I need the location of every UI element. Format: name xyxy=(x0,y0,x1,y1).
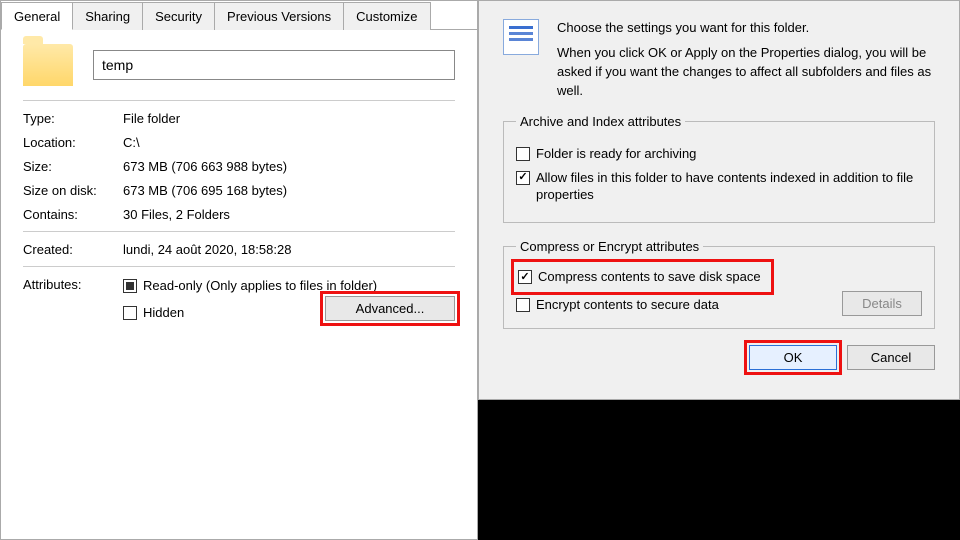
checkbox-icon xyxy=(516,298,530,312)
checkbox-icon xyxy=(123,306,137,320)
properties-tabs: General Sharing Security Previous Versio… xyxy=(1,1,477,30)
label-attributes: Attributes: xyxy=(23,277,123,292)
checkbox-hidden-label: Hidden xyxy=(143,305,184,320)
advanced-button[interactable]: Advanced... xyxy=(325,296,455,321)
advanced-attributes-window: Choose the settings you want for this fo… xyxy=(478,0,960,400)
checkbox-icon xyxy=(123,279,137,293)
group-archive-index: Archive and Index attributes Folder is r… xyxy=(503,114,935,223)
settings-list-icon xyxy=(503,19,539,55)
tab-security[interactable]: Security xyxy=(142,2,215,30)
value-contains: 30 Files, 2 Folders xyxy=(123,207,455,222)
value-location: C:\ xyxy=(123,135,455,150)
checkbox-readonly-label: Read-only (Only applies to files in fold… xyxy=(143,278,377,293)
details-button[interactable]: Details xyxy=(842,291,922,316)
label-location: Location: xyxy=(23,135,123,150)
group-compress-encrypt-legend: Compress or Encrypt attributes xyxy=(516,239,703,254)
value-size: 673 MB (706 663 988 bytes) xyxy=(123,159,455,174)
value-created: lundi, 24 août 2020, 18:58:28 xyxy=(123,242,455,257)
folder-properties-window: General Sharing Security Previous Versio… xyxy=(0,0,478,540)
ok-button[interactable]: OK xyxy=(749,345,837,370)
checkbox-encrypt-label: Encrypt contents to secure data xyxy=(536,296,719,314)
tab-sharing[interactable]: Sharing xyxy=(72,2,143,30)
group-compress-encrypt: Compress or Encrypt attributes Compress … xyxy=(503,239,935,329)
checkbox-archive[interactable]: Folder is ready for archiving xyxy=(516,145,922,163)
advanced-header-line2: When you click OK or Apply on the Proper… xyxy=(557,44,935,101)
checkbox-icon xyxy=(518,270,532,284)
group-archive-index-legend: Archive and Index attributes xyxy=(516,114,685,129)
value-type: File folder xyxy=(123,111,455,126)
checkbox-readonly[interactable]: Read-only (Only applies to files in fold… xyxy=(123,278,455,293)
checkbox-index-label: Allow files in this folder to have conte… xyxy=(536,169,922,204)
cancel-button[interactable]: Cancel xyxy=(847,345,935,370)
tab-general[interactable]: General xyxy=(1,2,73,30)
checkbox-archive-label: Folder is ready for archiving xyxy=(536,145,696,163)
checkbox-icon xyxy=(516,171,530,185)
advanced-header-line1: Choose the settings you want for this fo… xyxy=(557,19,935,38)
label-size: Size: xyxy=(23,159,123,174)
folder-name-input[interactable] xyxy=(93,50,455,80)
checkbox-compress[interactable]: Compress contents to save disk space xyxy=(518,268,761,286)
value-size-on-disk: 673 MB (706 695 168 bytes) xyxy=(123,183,455,198)
label-contains: Contains: xyxy=(23,207,123,222)
label-type: Type: xyxy=(23,111,123,126)
tab-previous-versions[interactable]: Previous Versions xyxy=(214,2,344,30)
label-created: Created: xyxy=(23,242,123,257)
tab-customize[interactable]: Customize xyxy=(343,2,430,30)
checkbox-compress-label: Compress contents to save disk space xyxy=(538,268,761,286)
advanced-header-text: Choose the settings you want for this fo… xyxy=(557,19,935,100)
checkbox-icon xyxy=(516,147,530,161)
label-size-on-disk: Size on disk: xyxy=(23,183,123,198)
checkbox-index[interactable]: Allow files in this folder to have conte… xyxy=(516,169,922,204)
folder-icon xyxy=(23,44,73,86)
